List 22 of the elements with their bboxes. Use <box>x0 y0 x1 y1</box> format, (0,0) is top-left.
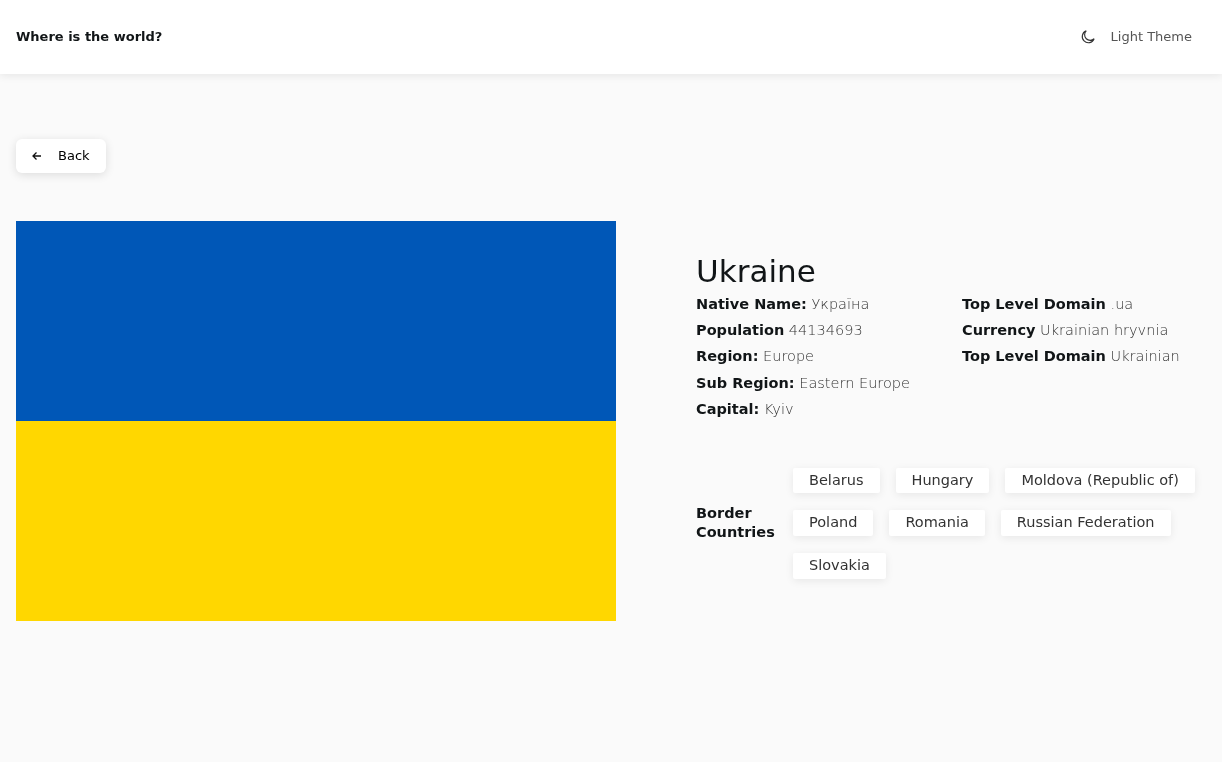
moon-icon <box>1080 30 1095 44</box>
country-name: Ukraine <box>696 252 817 290</box>
border-country-tag[interactable]: Russian Federation <box>1000 510 1171 537</box>
back-button[interactable]: Back <box>16 139 106 173</box>
info-line: Currency Ukrainian hryvnia <box>962 322 1170 340</box>
info-line: Native Name: Україна <box>696 295 871 314</box>
info-line: Sub Region: Eastern Europe <box>696 374 911 393</box>
back-arrow-icon <box>32 150 42 161</box>
info-line: Capital: Kyiv <box>696 401 795 419</box>
info-line: Population 44134693 <box>696 322 864 340</box>
border-country-tag[interactable]: Slovakia <box>793 553 886 579</box>
info-line: Region: Europe <box>696 348 816 366</box>
theme-toggle[interactable]: Light Theme <box>1080 27 1192 47</box>
info-line: Top Level Domain .ua <box>962 295 1135 314</box>
border-country-tag[interactable]: Hungary <box>895 467 990 494</box>
border-country-tag[interactable]: Moldova (Republic of) <box>1005 467 1195 494</box>
border-country-tag[interactable]: Romania <box>889 510 985 537</box>
info-line: Top Level Domain Ukrainian <box>962 348 1180 366</box>
border-country-tag[interactable]: Belarus <box>793 467 880 494</box>
border-country-tag[interactable]: Poland <box>793 510 874 537</box>
site-title: Where is the world? <box>16 28 163 47</box>
border-countries-label: Border Countries <box>696 504 776 543</box>
